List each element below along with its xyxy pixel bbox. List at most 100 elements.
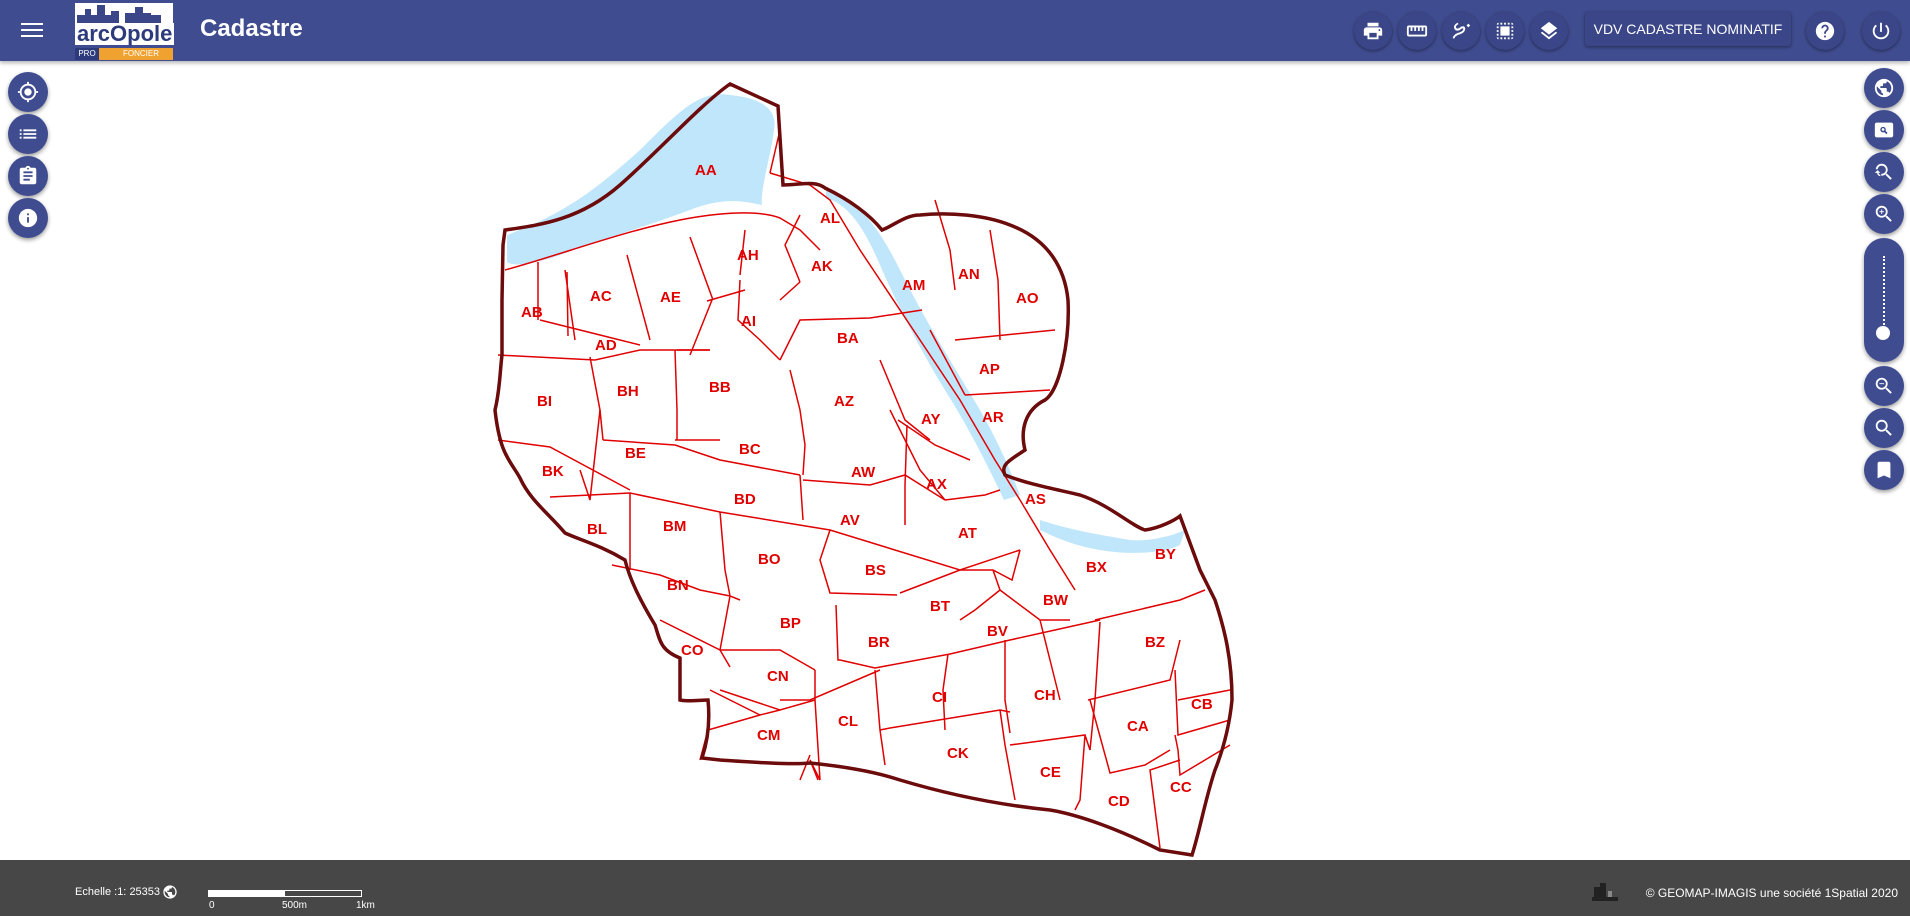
parcel-label[interactable]: CK bbox=[947, 745, 969, 762]
clipboard-icon bbox=[19, 165, 37, 185]
app-title: Cadastre bbox=[200, 15, 303, 42]
parcel-label[interactable]: AA bbox=[695, 162, 717, 179]
scale-bar bbox=[208, 890, 362, 897]
parcel-label[interactable]: BX bbox=[1086, 559, 1107, 576]
clipboard-button[interactable] bbox=[8, 156, 48, 196]
parcel-label[interactable]: BO bbox=[758, 551, 781, 568]
basemap-icon[interactable] bbox=[1592, 881, 1618, 901]
scale-value: 25353 bbox=[129, 886, 161, 898]
parcel-label[interactable]: CB bbox=[1191, 696, 1213, 713]
parcel-label[interactable]: AR bbox=[982, 409, 1004, 426]
measure-button[interactable] bbox=[1398, 12, 1436, 50]
power-button[interactable] bbox=[1862, 12, 1900, 50]
zoom-out-button[interactable] bbox=[1864, 366, 1904, 406]
draw-button[interactable] bbox=[1442, 12, 1480, 50]
parcel-label[interactable]: BV bbox=[987, 623, 1008, 640]
parcel-label[interactable]: BE bbox=[625, 445, 646, 462]
layers-button[interactable] bbox=[1530, 12, 1568, 50]
zoom-in-button[interactable] bbox=[1864, 194, 1904, 234]
globe-icon[interactable] bbox=[162, 884, 178, 900]
scale-label: Echelle :1: bbox=[75, 886, 127, 898]
parcel-label[interactable]: CO bbox=[681, 642, 704, 659]
print-button[interactable] bbox=[1354, 12, 1392, 50]
parcel-label[interactable]: CH bbox=[1034, 687, 1056, 704]
bookmark-button[interactable] bbox=[1864, 450, 1904, 490]
mode-button[interactable]: VDV CADASTRE NOMINATIF bbox=[1585, 12, 1791, 46]
parcel-label[interactable]: AV bbox=[840, 512, 860, 529]
cadastre-map[interactable]: AA AL AH AK AM AN AO AB AC AE AD AI BA A… bbox=[0, 61, 1910, 860]
parcel-label[interactable]: BA bbox=[837, 330, 859, 347]
status-bar: Echelle :1: 25353 0 500m 1km © GEOMAP-IM… bbox=[0, 860, 1910, 916]
parcel-label[interactable]: CM bbox=[757, 727, 780, 744]
parcel-label[interactable]: AX bbox=[926, 476, 947, 493]
zoom-slider-track bbox=[1883, 256, 1887, 336]
info-icon bbox=[18, 208, 38, 228]
parcel-label[interactable]: BN bbox=[667, 577, 689, 594]
parcel-label[interactable]: BI bbox=[537, 393, 552, 410]
list-icon bbox=[19, 129, 37, 139]
parcel-label[interactable]: AC bbox=[590, 288, 612, 305]
parcel-label[interactable]: CE bbox=[1040, 764, 1061, 781]
zoom-slider[interactable] bbox=[1864, 238, 1904, 362]
parcel-label[interactable]: BZ bbox=[1145, 634, 1165, 651]
parcel-label[interactable]: BM bbox=[663, 518, 686, 535]
info-button[interactable] bbox=[8, 198, 48, 238]
zoom-previous-button[interactable] bbox=[1864, 152, 1904, 192]
ruler-icon bbox=[1406, 25, 1428, 37]
parcel-label[interactable]: AD bbox=[595, 337, 617, 354]
search-box-icon bbox=[1874, 122, 1894, 138]
bookmark-icon bbox=[1877, 461, 1891, 479]
parcel-label[interactable]: CN bbox=[767, 668, 789, 685]
select-area-button[interactable] bbox=[1486, 12, 1524, 50]
parcel-label[interactable]: AL bbox=[820, 210, 840, 227]
help-icon bbox=[1815, 21, 1835, 41]
zoom-slider-handle[interactable] bbox=[1876, 326, 1890, 340]
parcel-label[interactable]: BR bbox=[868, 634, 890, 651]
parcel-label[interactable]: BP bbox=[780, 615, 801, 632]
parcel-label[interactable]: BS bbox=[865, 562, 886, 579]
search-button[interactable] bbox=[1864, 408, 1904, 448]
globe-button[interactable] bbox=[1864, 68, 1904, 108]
scalebar-label: 500m bbox=[282, 900, 308, 911]
parcel-label[interactable]: AE bbox=[660, 289, 681, 306]
parcel-label[interactable]: AI bbox=[741, 313, 756, 330]
parcel-label[interactable]: AM bbox=[902, 277, 925, 294]
parcel-label[interactable]: AO bbox=[1016, 290, 1039, 307]
parcel-label[interactable]: BT bbox=[930, 598, 950, 615]
globe-icon bbox=[1874, 78, 1894, 98]
parcel-label[interactable]: AW bbox=[851, 464, 876, 481]
parcel-label[interactable]: BL bbox=[587, 521, 607, 538]
search-box-button[interactable] bbox=[1864, 110, 1904, 150]
parcel-label[interactable]: AH bbox=[737, 247, 759, 264]
list-button[interactable] bbox=[8, 114, 48, 154]
parcel-label[interactable]: CC bbox=[1170, 779, 1192, 796]
parcel-label[interactable]: AB bbox=[521, 304, 543, 321]
parcel-label[interactable]: AK bbox=[811, 258, 833, 275]
scale-readout: Echelle :1: 25353 bbox=[75, 886, 160, 898]
parcel-label[interactable]: BC bbox=[739, 441, 761, 458]
help-button[interactable] bbox=[1806, 12, 1844, 50]
menu-icon[interactable] bbox=[19, 19, 45, 41]
parcel-label[interactable]: CI bbox=[932, 689, 947, 706]
parcel-label[interactable]: CL bbox=[838, 713, 858, 730]
parcel-label[interactable]: AZ bbox=[834, 393, 854, 410]
parcel-label[interactable]: CD bbox=[1108, 793, 1130, 810]
parcel-label[interactable]: BD bbox=[734, 491, 756, 508]
parcel-label[interactable]: AT bbox=[958, 525, 977, 542]
scalebar-label: 1km bbox=[356, 900, 375, 911]
parcel-label[interactable]: BW bbox=[1043, 592, 1069, 609]
parcel-label[interactable]: BH bbox=[617, 383, 639, 400]
draw-icon bbox=[1452, 22, 1471, 39]
parcel-label[interactable]: AP bbox=[979, 361, 1000, 378]
parcel-label[interactable]: CA bbox=[1127, 718, 1149, 735]
parcel-label[interactable]: AY bbox=[921, 411, 940, 428]
river-north bbox=[507, 94, 775, 265]
parcel-label[interactable]: AN bbox=[958, 266, 980, 283]
parcel-label[interactable]: BK bbox=[542, 463, 564, 480]
parcel-label[interactable]: BB bbox=[709, 379, 731, 396]
parcel-label[interactable]: BY bbox=[1155, 546, 1176, 563]
locate-button[interactable] bbox=[8, 72, 48, 112]
map-view[interactable]: AA AL AH AK AM AN AO AB AC AE AD AI BA A… bbox=[0, 61, 1910, 860]
parcel-label[interactable]: AS bbox=[1025, 491, 1046, 508]
copyright-text: © GEOMAP-IMAGIS une société 1Spatial 202… bbox=[1645, 886, 1898, 900]
